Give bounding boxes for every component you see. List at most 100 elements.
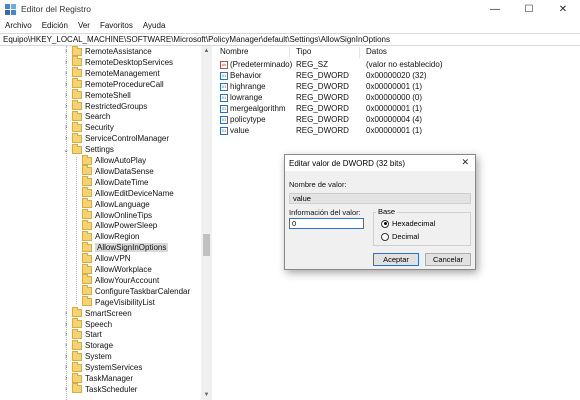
menu-favoritos[interactable]: Favoritos (100, 21, 133, 30)
maximize-button[interactable]: ☐ (512, 0, 546, 18)
expand-chevron-icon[interactable]: › (62, 59, 70, 66)
tree-item[interactable]: AllowAutoPlay (72, 154, 147, 166)
tree-item[interactable]: › Security (62, 121, 114, 133)
folder-icon (72, 328, 82, 339)
tree-item[interactable]: ⌄ Settings (62, 143, 114, 155)
tree-item[interactable]: AllowEditDeviceName (72, 187, 174, 199)
folder-icon (82, 230, 92, 241)
expand-chevron-icon[interactable]: › (62, 375, 70, 382)
scrollbar-thumb[interactable] (203, 234, 210, 256)
tree-item[interactable]: › TaskScheduler (62, 383, 137, 395)
tree-item-label: RemoteManagement (85, 68, 160, 78)
tree-item[interactable]: AllowOnlineTips (72, 209, 152, 221)
value-name-cell: 01 Behavior (220, 70, 262, 81)
menu-edicion[interactable]: Edición (42, 21, 68, 30)
tree-item[interactable]: › RemoteDesktopServices (62, 56, 173, 68)
tree-item-label: SmartScreen (85, 308, 132, 318)
column-header-data[interactable]: Datos (360, 47, 580, 58)
list-row[interactable]: 01 mergealgorithm REG_DWORD 0x00000001 (1) (214, 103, 580, 114)
tree-item[interactable]: › RemoteManagement (62, 67, 160, 79)
scroll-up-arrow-icon[interactable]: ▲ (201, 46, 212, 56)
expand-chevron-icon[interactable]: › (62, 135, 70, 142)
radio-checked-icon[interactable] (381, 219, 389, 228)
expand-chevron-icon[interactable]: › (62, 310, 70, 317)
expand-chevron-icon[interactable]: › (62, 92, 70, 99)
minimize-button[interactable]: — (478, 0, 512, 18)
collapse-chevron-icon[interactable]: ⌄ (62, 146, 70, 154)
tree-item[interactable]: AllowPowerSleep (72, 219, 157, 231)
tree-item[interactable]: AllowLanguage (72, 198, 150, 210)
registry-tree[interactable]: › RemoteAssistance › RemoteDesktopServices ›… (0, 46, 212, 400)
tree-item[interactable]: › RestrictedGroups (62, 100, 147, 112)
folder-icon (72, 67, 82, 78)
tree-item[interactable]: › ServiceControlManager (62, 132, 170, 144)
close-button[interactable]: ✕ (546, 0, 580, 18)
list-row[interactable]: 01 highrange REG_DWORD 0x00000001 (1) (214, 81, 580, 92)
menu-ayuda[interactable]: Ayuda (143, 21, 166, 30)
value-data-input[interactable]: 0 (289, 218, 364, 229)
scroll-down-arrow-icon[interactable]: ▼ (201, 390, 212, 400)
binary-value-icon: 01 (220, 126, 228, 135)
binary-value-icon: 01 (220, 82, 228, 91)
tree-item[interactable]: › RemoteShell (62, 89, 131, 101)
list-row[interactable]: 01 lowrange REG_DWORD 0x00000000 (0) (214, 92, 580, 103)
tree-item[interactable]: › Start (62, 328, 102, 340)
expand-chevron-icon[interactable]: › (62, 342, 70, 349)
tree-item[interactable]: AllowWorkplace (72, 263, 152, 275)
tree-item[interactable]: AllowYourAccount (72, 274, 159, 286)
expand-chevron-icon[interactable]: › (62, 353, 70, 360)
folder-icon (72, 350, 82, 361)
value-data-cell: 0x00000000 (0) (366, 93, 423, 102)
expand-chevron-icon[interactable]: › (62, 70, 70, 77)
list-row[interactable]: 01 Behavior REG_DWORD 0x00000020 (32) (214, 70, 580, 81)
tree-item[interactable]: › Search (62, 110, 110, 122)
value-data-cell: (valor no establecido) (366, 60, 443, 69)
cancel-button[interactable]: Cancelar (425, 253, 471, 266)
expand-chevron-icon[interactable]: › (62, 113, 70, 120)
column-header-name[interactable]: Nombre (214, 47, 290, 58)
expand-chevron-icon[interactable]: › (62, 81, 70, 88)
expand-chevron-icon[interactable]: › (62, 386, 70, 393)
tree-item[interactable]: › TaskManager (62, 372, 133, 384)
column-header-type[interactable]: Tipo (290, 47, 360, 58)
edit-dword-dialog: Editar valor de DWORD (32 bits) ✕ Nombre… (284, 154, 476, 270)
tree-item[interactable]: › Speech (62, 318, 112, 330)
radio-unchecked-icon[interactable] (381, 232, 389, 241)
expand-chevron-icon[interactable]: › (62, 48, 70, 55)
radio-decimal[interactable]: Decimal (381, 232, 419, 241)
tree-item[interactable]: AllowDateTime (72, 176, 149, 188)
tree-item[interactable]: › SmartScreen (62, 307, 132, 319)
tree-item[interactable]: ConfigureTaskbarCalendar (72, 285, 190, 297)
tree-scrollbar[interactable]: ▲ ▼ (201, 46, 212, 400)
list-row[interactable]: 01 value REG_DWORD 0x00000001 (1) (214, 125, 580, 136)
list-row[interactable]: 01 policytype REG_DWORD 0x00000004 (4) (214, 114, 580, 125)
tree-item[interactable]: › RemoteProcedureCall (62, 78, 164, 90)
expand-chevron-icon[interactable]: › (62, 364, 70, 371)
expand-chevron-icon[interactable]: › (62, 321, 70, 328)
value-data-cell: 0x00000001 (1) (366, 104, 423, 113)
tree-item[interactable]: › RemoteAssistance (62, 46, 152, 57)
radio-hexadecimal[interactable]: Hexadecimal (381, 219, 435, 228)
tree-item[interactable]: AllowDataSense (72, 165, 154, 177)
expand-chevron-icon[interactable]: › (62, 124, 70, 131)
dialog-close-icon[interactable]: ✕ (461, 157, 469, 168)
list-row[interactable]: ab (Predeterminado) REG_SZ (valor no establ… (214, 59, 580, 70)
dialog-title: Editar valor de DWORD (32 bits) (289, 158, 406, 168)
tree-item[interactable]: AllowRegion (72, 230, 139, 242)
expand-chevron-icon[interactable]: › (62, 331, 70, 338)
tree-item[interactable]: › System (62, 350, 112, 362)
tree-item[interactable]: › Storage (62, 339, 113, 351)
tree-item[interactable]: AllowSignInOptions (72, 241, 169, 253)
address-bar[interactable]: Equipo\HKEY_LOCAL_MACHINE\SOFTWARE\Micro… (0, 33, 580, 46)
tree-item-label: ServiceControlManager (85, 134, 170, 144)
tree-item[interactable]: PageVisibilityList (72, 296, 155, 308)
binary-value-icon: 01 (220, 104, 228, 113)
value-name: mergealgorithm (230, 104, 286, 113)
menu-archivo[interactable]: Archivo (5, 21, 32, 30)
accept-button[interactable]: Aceptar (373, 253, 419, 266)
tree-item-label: AllowAutoPlay (95, 156, 147, 165)
menu-ver[interactable]: Ver (78, 21, 90, 30)
tree-item[interactable]: › SystemServices (62, 361, 142, 373)
tree-item[interactable]: AllowVPN (72, 252, 131, 264)
expand-chevron-icon[interactable]: › (62, 103, 70, 110)
